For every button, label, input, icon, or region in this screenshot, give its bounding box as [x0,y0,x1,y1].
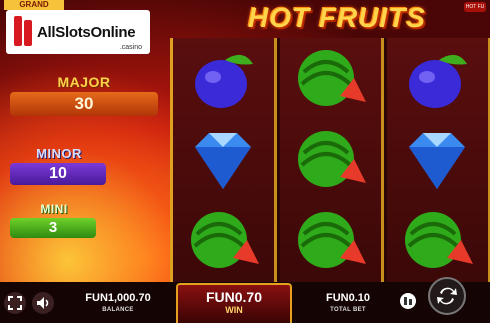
win-label: WIN [225,305,243,315]
win-value: FUN0.70 [205,289,263,305]
casino-logo: AllSlotsOnline .casino [6,10,150,54]
win-display: FUN0.70 WIN [176,283,292,323]
symbol-watermelon-icon [280,119,380,200]
sound-icon[interactable] [32,292,54,314]
reel-2 [280,38,384,282]
jackpot-minor-label: MINOR [36,146,82,161]
total-bet-label: TOTAL BET [330,307,366,313]
jackpot-minor-value: 10 [10,163,106,185]
fullscreen-icon[interactable] [4,292,26,314]
corner-badge: HOT FU [464,2,486,12]
logo-mark-icon [11,14,37,50]
total-bet-value[interactable]: FUN0.10 [318,292,378,304]
reel-3 [387,38,490,282]
balance-value: FUN1,000.70 [85,292,151,304]
game-title: HOT FRUITS [248,2,426,33]
jackpot-mini-label: MINI [40,202,68,216]
spin-icon [437,287,457,305]
grand-jackpot-stub: GRAND [4,0,64,10]
logo-text: AllSlotsOnline [37,23,136,41]
jackpot-major-label: MAJOR [57,74,111,90]
symbol-watermelon-icon [387,200,487,281]
reel-area [170,38,490,282]
symbol-watermelon-icon [173,200,273,281]
symbol-diamond-icon [387,119,487,200]
symbol-watermelon-icon [280,200,380,281]
symbol-watermelon-icon [280,38,380,119]
chip-stack-icon[interactable] [400,293,416,309]
logo-subtext: .casino [119,44,142,51]
jackpot-minor: MINOR 10 [4,146,114,190]
jackpot-mini: MINI 3 [4,202,104,246]
symbol-plum-icon [387,38,487,119]
spin-button[interactable] [428,277,466,315]
jackpot-major-value: 30 [10,92,158,116]
jackpot-major: MAJOR 30 [4,74,164,124]
jackpot-mini-value: 3 [10,218,96,238]
reel-1 [173,38,277,282]
symbol-diamond-icon [173,119,273,200]
symbol-plum-icon [173,38,273,119]
balance-label: BALANCE [102,307,134,313]
